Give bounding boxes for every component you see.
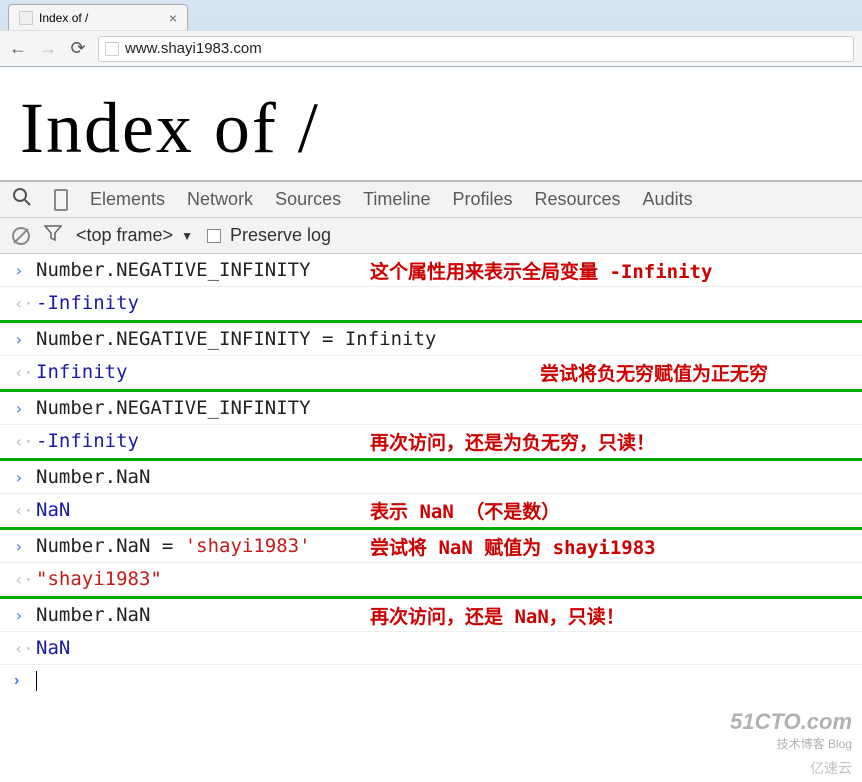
chevron-left-icon: ‹· [14,570,26,589]
console-output-row: ‹· NaN 表示 NaN （不是数） [0,494,862,530]
chevron-right-icon: › [14,330,26,349]
devtools: Elements Network Sources Timeline Profil… [0,180,862,697]
tab-network[interactable]: Network [187,189,253,210]
checkbox-icon [207,229,221,243]
console-prompt[interactable]: › [0,665,862,697]
chevron-left-icon: ‹· [14,501,26,520]
console-result: Infinity [36,361,128,383]
frame-selector-label: <top frame> [76,225,173,246]
tab-title: Index of / [39,11,88,25]
console-result: NaN [36,499,70,521]
watermark-tagline: 技术博客 Blog [730,735,852,752]
devtools-tabs: Elements Network Sources Timeline Profil… [0,182,862,218]
browser-chrome: Index of / × ← → ⟳ [0,0,862,67]
favicon-icon [19,11,33,25]
browser-toolbar: ← → ⟳ [0,30,862,66]
back-button[interactable]: ← [8,39,28,59]
console-output: › Number.NEGATIVE_INFINITY 这个属性用来表示全局变量 -I… [0,254,862,665]
chevron-down-icon: ▼ [181,229,193,243]
annotation-label: 再次访问，还是为负无穷，只读！ [370,428,655,455]
watermark-secondary: 亿速云 [810,758,852,778]
frame-selector[interactable]: <top frame> ▼ [76,225,193,246]
console-toolbar: <top frame> ▼ Preserve log [0,218,862,254]
reload-button[interactable]: ⟳ [68,39,88,59]
annotation-label: 这个属性用来表示全局变量 -Infinity [370,257,712,284]
close-icon[interactable]: × [169,11,177,25]
console-output-row: ‹· -Infinity 再次访问，还是为负无穷，只读！ [0,425,862,461]
forward-button[interactable]: → [38,39,58,59]
console-result: "shayi1983" [36,568,162,590]
console-input-row: › Number.NEGATIVE_INFINITY [0,392,862,425]
console-code: Number.NEGATIVE_INFINITY = Infinity [36,328,436,350]
chevron-left-icon: ‹· [14,432,26,451]
console-input-row: › Number.NaN = 'shayi1983' 尝试将 NaN 赋值为 sha… [0,530,862,563]
annotation-label: 表示 NaN （不是数） [370,497,560,524]
console-code: Number.NEGATIVE_INFINITY [36,259,311,281]
page-heading: Index of / [20,87,842,170]
device-icon[interactable] [54,189,68,211]
console-input-row: › Number.NaN 再次访问，还是 NaN，只读！ [0,599,862,632]
chevron-left-icon: ‹· [14,294,26,313]
annotation-label: 尝试将负无穷赋值为正无穷 [540,359,768,386]
chevron-left-icon: ‹· [14,639,26,658]
watermark-brand: 51CTO.com [730,709,852,735]
filter-icon[interactable] [44,224,62,247]
chevron-right-icon: › [14,261,26,280]
console-output-row: ‹· "shayi1983" [0,563,862,599]
preserve-log-label: Preserve log [230,225,331,245]
console-output-row: ‹· Infinity 尝试将负无穷赋值为正无穷 [0,356,862,392]
chevron-right-icon: › [14,537,26,556]
console-code: Number.NaN [36,604,150,626]
console-result: -Infinity [36,292,139,314]
tab-timeline[interactable]: Timeline [363,189,430,210]
tab-resources[interactable]: Resources [535,189,621,210]
preserve-log-checkbox[interactable]: Preserve log [207,225,331,246]
tab-bar: Index of / × [0,0,862,30]
console-code: Number.NaN [36,466,150,488]
prompt-icon: › [14,672,26,690]
tab-audits[interactable]: Audits [643,189,693,210]
console-output-row: ‹· NaN [0,632,862,665]
chevron-left-icon: ‹· [14,363,26,382]
tab-profiles[interactable]: Profiles [452,189,512,210]
site-icon [105,42,119,56]
watermark: 51CTO.com 技术博客 Blog [730,709,852,752]
address-bar[interactable] [98,36,854,62]
tab-sources[interactable]: Sources [275,189,341,210]
annotation-label: 尝试将 NaN 赋值为 shayi1983 [370,533,656,560]
console-input-row: › Number.NEGATIVE_INFINITY = Infinity [0,323,862,356]
clear-console-icon[interactable] [12,227,30,245]
console-result: -Infinity [36,430,139,452]
page-content: Index of / [0,67,862,180]
annotation-label: 再次访问，还是 NaN，只读！ [370,602,625,629]
chevron-right-icon: › [14,399,26,418]
url-input[interactable] [125,40,847,57]
browser-tab[interactable]: Index of / × [8,4,188,30]
console-code: Number.NEGATIVE_INFINITY [36,397,311,419]
console-input-row: › Number.NaN [0,461,862,494]
tab-elements[interactable]: Elements [90,189,165,210]
console-result: NaN [36,637,70,659]
console-output-row: ‹· -Infinity [0,287,862,323]
console-code: Number.NaN = 'shayi1983' [36,535,311,557]
console-input-row: › Number.NEGATIVE_INFINITY 这个属性用来表示全局变量 -I… [0,254,862,287]
cursor [36,671,37,691]
search-icon[interactable] [12,187,32,213]
chevron-right-icon: › [14,606,26,625]
chevron-right-icon: › [14,468,26,487]
